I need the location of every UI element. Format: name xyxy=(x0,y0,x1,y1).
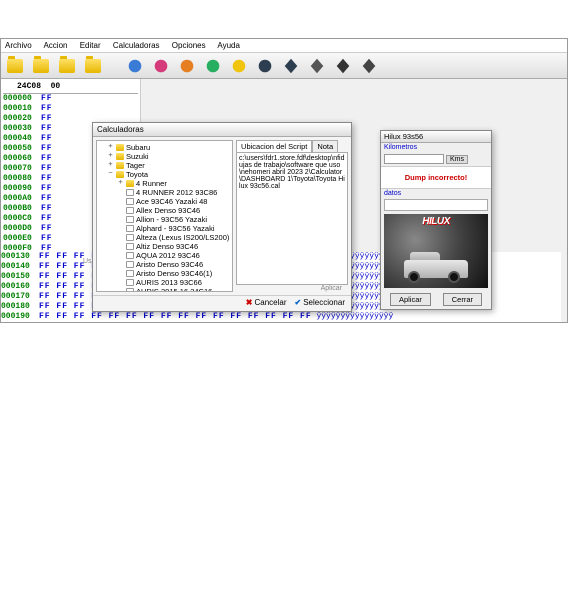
tree-model[interactable]: Aristo Denso 93C46(1) xyxy=(99,269,230,278)
tool-orange[interactable] xyxy=(177,56,197,76)
tree-model[interactable]: +4 Runner xyxy=(99,179,230,188)
tree-brand[interactable]: +Tager xyxy=(99,161,230,170)
tree-model[interactable]: Ace 93C46 Yazaki 48 xyxy=(99,197,230,206)
tree-model[interactable]: AURIS 2013 93C66 xyxy=(99,278,230,287)
tool-blue[interactable] xyxy=(125,56,145,76)
open-icon[interactable] xyxy=(5,56,25,76)
tree-model[interactable]: Altiz Denso 93C46 xyxy=(99,242,230,251)
device-label: 24C08 xyxy=(3,82,41,92)
km-section-label: Kilometros xyxy=(381,143,491,152)
tool-dark[interactable] xyxy=(255,56,275,76)
calculator-dialog: Calculadoras +Subaru+Suzuki+Tager−Toyota… xyxy=(92,122,352,312)
icon-4[interactable] xyxy=(83,56,103,76)
tool-dark2[interactable] xyxy=(281,56,301,76)
tool-dark5[interactable] xyxy=(359,56,379,76)
menu-bar: Archivo Accion Editar Calculadoras Opcio… xyxy=(1,39,567,53)
tree-model[interactable]: Alteza (Lexus IS200/LS200) xyxy=(99,233,230,242)
menu-accion[interactable]: Accion xyxy=(43,41,67,50)
menu-editar[interactable]: Editar xyxy=(80,41,101,50)
icon-3[interactable] xyxy=(57,56,77,76)
tree-brand[interactable]: +Suzuki xyxy=(99,152,230,161)
vehicle-image: HILUX xyxy=(384,214,488,288)
hilux-title: Hilux 93s56 xyxy=(381,131,491,143)
tool-green[interactable] xyxy=(203,56,223,76)
menu-ayuda[interactable]: Ayuda xyxy=(217,41,240,50)
menu-archivo[interactable]: Archivo xyxy=(5,41,32,50)
datos-box xyxy=(384,199,488,211)
dump-error: Dump incorrecto! xyxy=(381,166,491,189)
km-input[interactable] xyxy=(384,154,444,164)
tree-model[interactable]: AURIS 2015 16 24C16 xyxy=(99,287,230,292)
cancel-button[interactable]: ✖Cancelar xyxy=(246,298,287,307)
tool-yellow[interactable] xyxy=(229,56,249,76)
tree-model[interactable]: Allex Denso 93C46 xyxy=(99,206,230,215)
datos-label: datos xyxy=(381,189,491,198)
menu-calculadoras[interactable]: Calculadoras xyxy=(113,41,160,50)
toolbar xyxy=(1,53,567,79)
tree-model[interactable]: 4 RUNNER 2012 93C86 xyxy=(99,188,230,197)
cerrar-button[interactable]: Cerrar xyxy=(443,293,482,306)
tree-model[interactable]: Aristo Denso 93C46 xyxy=(99,260,230,269)
tab-nota[interactable]: Nota xyxy=(312,140,338,152)
aplicar-button[interactable]: Aplicar xyxy=(390,293,431,306)
tree-brand[interactable]: −Toyota xyxy=(99,170,230,179)
tool-pink[interactable] xyxy=(151,56,171,76)
tree-model[interactable]: Allion - 93C56 Yazaki xyxy=(99,215,230,224)
script-path: c:\users\fdr1.store.fdf\desktop\nfidujas… xyxy=(236,152,348,285)
tab-script[interactable]: Ubicacion del Script xyxy=(236,140,312,152)
aplicar-link[interactable]: Aplicar xyxy=(236,285,348,292)
tree-brand[interactable]: +Subaru xyxy=(99,143,230,152)
select-button[interactable]: ✔Seleccionar xyxy=(294,298,345,307)
hilux-dialog: Hilux 93s56 Kilometros Kms Dump incorrec… xyxy=(380,130,492,310)
menu-opciones[interactable]: Opciones xyxy=(172,41,206,50)
vehicle-tree[interactable]: +Subaru+Suzuki+Tager−Toyota+4 Runner4 RU… xyxy=(96,140,233,292)
tree-model[interactable]: Alphard - 93C56 Yazaki xyxy=(99,224,230,233)
tree-model[interactable]: AQUA 2012 93C46 xyxy=(99,251,230,260)
save-icon[interactable] xyxy=(31,56,51,76)
tool-dark3[interactable] xyxy=(307,56,327,76)
tool-dark4[interactable] xyxy=(333,56,353,76)
dialog-title: Calculadoras xyxy=(93,123,351,137)
km-button[interactable]: Kms xyxy=(446,155,468,164)
